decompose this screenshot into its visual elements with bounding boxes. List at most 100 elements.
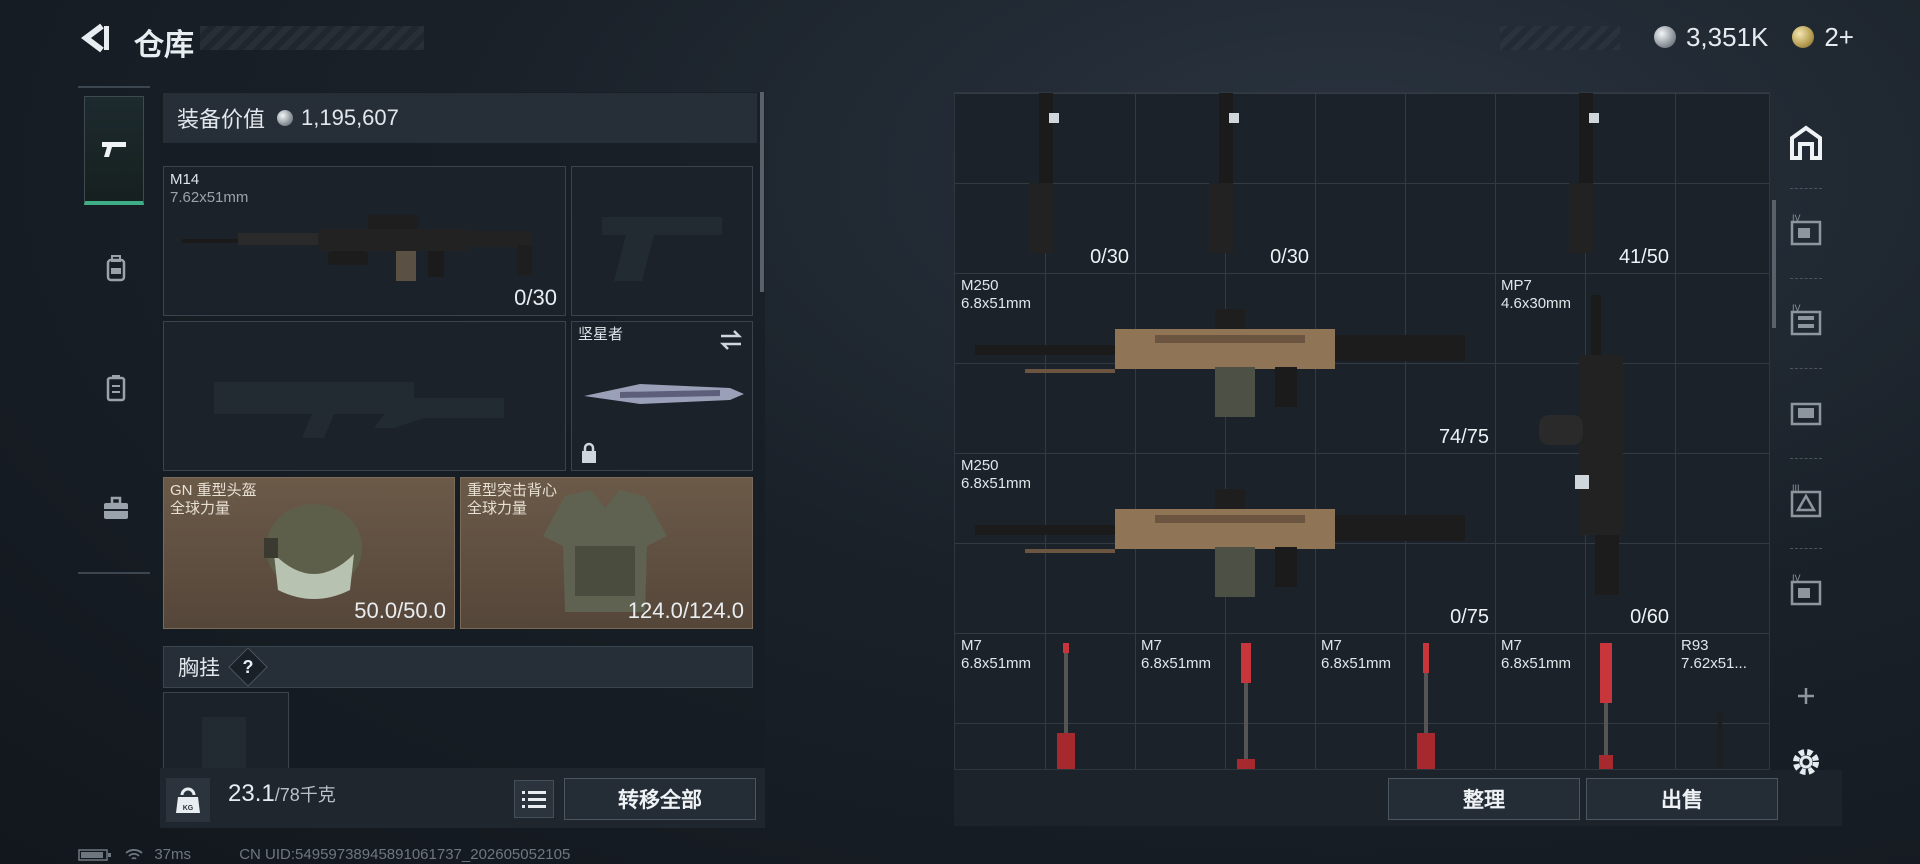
m250-machine-gun-icon: [975, 489, 1465, 597]
m14-rifle-icon: [182, 215, 532, 281]
toolbox-icon: [104, 496, 128, 519]
tab-case-iv-3[interactable]: IV: [1784, 570, 1828, 614]
tab-case-iii[interactable]: III: [1784, 480, 1828, 524]
currency-bar: 3,351K 2+: [1653, 20, 1854, 54]
tab-case-iv-2[interactable]: IV: [1784, 300, 1828, 344]
storage-item-ammo[interactable]: R93 7.62x51...: [1675, 633, 1769, 769]
weight-current: 23.1: [228, 780, 275, 807]
list-view-button[interactable]: [514, 780, 554, 818]
swap-icon[interactable]: [718, 328, 744, 352]
tab-vest[interactable]: [86, 358, 146, 418]
secondary-weapon-slot[interactable]: [571, 166, 753, 316]
melee-name: 坚星者: [578, 326, 624, 343]
back-arrow-icon: [81, 23, 109, 53]
melee-slot[interactable]: 坚星者: [571, 321, 753, 471]
tab-weapons[interactable]: [84, 96, 144, 205]
weapon-ammo: 0/30: [514, 285, 557, 310]
rifle-vertical-icon: [1209, 93, 1239, 253]
status-bar: 37ms CN UID:54959738945891061737_2026050…: [78, 846, 570, 863]
tab-storage[interactable]: [1784, 120, 1828, 164]
storage-item-ammo[interactable]: M7 6.8x51mm: [1315, 633, 1495, 769]
help-button[interactable]: ?: [228, 647, 268, 687]
case-iv-2-icon: IV: [1790, 303, 1822, 336]
storage-item[interactable]: 41/50: [1495, 93, 1675, 273]
sort-button[interactable]: 整理: [1388, 778, 1580, 820]
kettlebell-icon: KG: [176, 787, 200, 813]
tab-case[interactable]: [1784, 390, 1828, 434]
item-count: 0/60: [1630, 606, 1669, 628]
item-name: M7: [961, 637, 982, 654]
item-caliber: 6.8x51mm: [961, 655, 1032, 672]
item-name: M7: [1141, 637, 1162, 654]
weight-max: /78千克: [274, 785, 336, 805]
helmet-faction: 全球力量: [170, 500, 231, 517]
chest-rig-section-header: 胸挂 ?: [163, 646, 753, 688]
storage-item[interactable]: 0/30: [955, 93, 1135, 273]
vest-durability: 124.0/124.0: [627, 598, 744, 623]
svg-text:IV: IV: [1792, 303, 1801, 313]
case-iii-icon: III: [1790, 483, 1822, 518]
tab-toolbox[interactable]: [86, 478, 146, 538]
vest-icon: [106, 375, 126, 402]
tab-backpack[interactable]: [86, 238, 146, 298]
weight-icon: KG: [166, 778, 210, 822]
silver-coin-icon: [277, 110, 294, 126]
settings-button[interactable]: [1784, 740, 1828, 784]
helmet-icon: [264, 504, 362, 599]
gold-coin-icon: [1792, 26, 1815, 48]
sell-button[interactable]: 出售: [1586, 778, 1778, 820]
svg-text:IV: IV: [1792, 573, 1801, 583]
primary-weapon-slot[interactable]: M14 7.62x51mm 0/30: [163, 166, 566, 316]
storage-item-mp7[interactable]: MP7 4.6x30mm 0/60: [1495, 273, 1675, 633]
back-button[interactable]: [76, 18, 116, 58]
item-name: M7: [1321, 637, 1342, 654]
item-caliber: 7.62x51...: [1681, 655, 1747, 672]
m250-machine-gun-icon: [975, 309, 1465, 417]
secondary-rifle-slot[interactable]: [163, 321, 566, 471]
item-count: 0/30: [1270, 246, 1309, 268]
storage-item-m250[interactable]: M250 6.8x51mm 0/75: [955, 453, 1495, 633]
settings-icon: [1793, 749, 1819, 775]
currency-stripe: [1500, 26, 1620, 50]
rocket-icon: [1057, 643, 1075, 769]
storage-item-ammo[interactable]: M7 6.8x51mm: [1495, 633, 1675, 769]
storage-item-m250[interactable]: M250 6.8x51mm 74/75: [955, 273, 1495, 453]
rifle-placeholder-icon: [214, 382, 504, 438]
rocket-icon: [1599, 643, 1613, 769]
item-count: 74/75: [1438, 426, 1489, 448]
loadout-scrollbar[interactable]: [760, 92, 764, 292]
rifle-vertical-icon: [1029, 93, 1059, 253]
chest-rig-slot[interactable]: [163, 692, 289, 770]
vest-faction: 全球力量: [467, 500, 528, 517]
helmet-slot[interactable]: GN 重型头盔 全球力量 50.0/50.0: [163, 477, 455, 629]
tab-case-iv[interactable]: IV: [1784, 210, 1828, 254]
user-uid: CN UID:54959738945891061737_202605052105: [239, 846, 571, 863]
svg-text:IV: IV: [1792, 213, 1801, 223]
case-icon: [1790, 402, 1822, 426]
item-caliber: 6.8x51mm: [1321, 655, 1392, 672]
pistol-placeholder-icon: [602, 217, 722, 281]
header-stripe: [200, 26, 424, 50]
armor-vest-icon: [543, 490, 667, 612]
add-container-button[interactable]: [1784, 674, 1828, 718]
add-icon: [1798, 688, 1814, 704]
storage-item-ammo[interactable]: M7 6.8x51mm: [955, 633, 1135, 769]
mp7-smg-icon: [1539, 295, 1623, 595]
storage-grid: 0/30 0/30 41/50 M250 6.8x51mm 74/75 MP7 …: [954, 92, 1770, 770]
svg-text:KG: KG: [183, 805, 194, 812]
storage-icon: [1790, 125, 1822, 160]
transfer-all-button[interactable]: 转移全部: [564, 778, 756, 820]
pistol-icon: [102, 142, 126, 157]
storage-item-ammo[interactable]: M7 6.8x51mm: [1135, 633, 1315, 769]
storage-item[interactable]: 0/30: [1135, 93, 1315, 273]
item-name: R93: [1681, 637, 1709, 654]
backpack-icon: [106, 255, 126, 282]
gold-amount[interactable]: 2+: [1824, 22, 1854, 53]
cartridge-icon: [1718, 713, 1722, 769]
storage-container-tabs: IV IV III IV: [1776, 92, 1836, 775]
item-count: 0/30: [1090, 246, 1129, 268]
category-tabs: [78, 86, 150, 574]
weapon-name: M14: [170, 171, 200, 188]
vest-slot[interactable]: 重型突击背心 全球力量 124.0/124.0: [460, 477, 753, 629]
case-iv-3-icon: IV: [1790, 573, 1822, 606]
